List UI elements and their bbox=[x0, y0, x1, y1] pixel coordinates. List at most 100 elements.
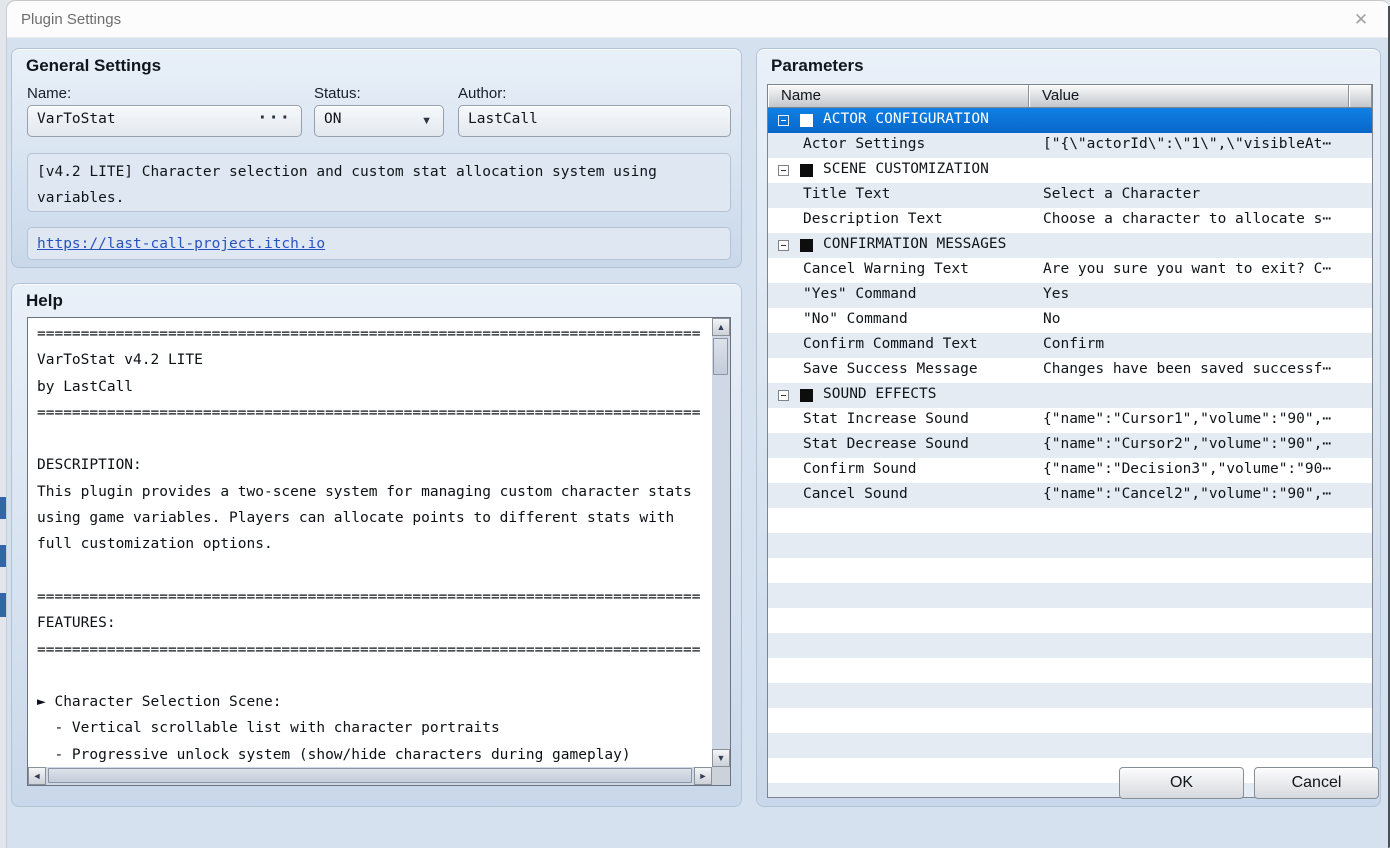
status-select[interactable]: ON ▼ bbox=[314, 105, 444, 137]
general-settings-title: General Settings bbox=[26, 56, 162, 75]
param-name: Actor Settings bbox=[803, 136, 926, 152]
group-name: CONFIRMATION MESSAGES bbox=[823, 236, 1007, 252]
author-input[interactable]: LastCall bbox=[458, 105, 731, 137]
param-value: {"name":"Decision3","volume":"90⋯ bbox=[1043, 461, 1332, 477]
param-value: Yes bbox=[1043, 286, 1070, 302]
close-icon[interactable]: ✕ bbox=[1348, 7, 1374, 33]
cancel-button[interactable]: Cancel bbox=[1254, 767, 1379, 799]
table-row[interactable]: Cancel Sound {"name":"Cancel2","volume":"… bbox=[768, 483, 1372, 508]
param-name: Description Text bbox=[803, 211, 943, 227]
name-input[interactable]: VarToStat ··· bbox=[27, 105, 302, 137]
horizontal-scroll-thumb[interactable] bbox=[48, 768, 692, 783]
author-label: Author: bbox=[458, 85, 507, 102]
vertical-scrollbar[interactable]: ▲ ▼ bbox=[712, 318, 730, 767]
param-value: ["{\"actorId\":\"1\",\"visibleAt⋯ bbox=[1043, 136, 1332, 152]
param-name: "No" Command bbox=[803, 311, 908, 327]
vertical-scroll-thumb[interactable] bbox=[713, 338, 728, 375]
description-text: [v4.2 LITE] Character selection and cust… bbox=[37, 164, 666, 206]
table-row[interactable]: Title Text Select a Character bbox=[768, 183, 1372, 208]
link-box: https://last-call-project.itch.io bbox=[27, 227, 731, 260]
param-name: Cancel Sound bbox=[803, 486, 908, 502]
param-name: Stat Increase Sound bbox=[803, 411, 969, 427]
table-row[interactable]: Actor Settings ["{\"actorId\":\"1\",\"vis… bbox=[768, 133, 1372, 158]
param-value: {"name":"Cursor2","volume":"90",⋯ bbox=[1043, 436, 1332, 452]
param-name: Confirm Sound bbox=[803, 461, 917, 477]
column-header-corner bbox=[1349, 85, 1372, 107]
param-value: Choose a character to allocate s⋯ bbox=[1043, 211, 1332, 227]
table-row-empty bbox=[768, 583, 1372, 608]
name-label: Name: bbox=[27, 85, 72, 102]
table-row[interactable]: Save Success Message Changes have been sa… bbox=[768, 358, 1372, 383]
scroll-down-icon[interactable]: ▼ bbox=[712, 749, 730, 767]
table-row[interactable]: Description Text Choose a character to al… bbox=[768, 208, 1372, 233]
group-name: SOUND EFFECTS bbox=[823, 386, 937, 402]
table-rows: ACTOR CONFIGURATION Actor Settings ["{\"ac… bbox=[768, 108, 1372, 797]
column-header-value[interactable]: Value bbox=[1029, 85, 1349, 107]
window-title: Plugin Settings bbox=[21, 11, 122, 28]
table-row-group[interactable]: ACTOR CONFIGURATION bbox=[768, 108, 1372, 133]
scroll-right-icon[interactable]: ► bbox=[694, 767, 712, 785]
status-label: Status: bbox=[314, 85, 361, 102]
group-name: SCENE CUSTOMIZATION bbox=[823, 161, 989, 177]
table-row[interactable]: "No" Command No bbox=[768, 308, 1372, 333]
parameters-table: Name Value ACTOR CONFIGURATION Actor Sett… bbox=[767, 84, 1373, 798]
table-row-empty bbox=[768, 683, 1372, 708]
scroll-left-icon[interactable]: ◄ bbox=[28, 767, 46, 785]
parameters-title: Parameters bbox=[771, 56, 864, 75]
column-header-name[interactable]: Name bbox=[768, 85, 1029, 107]
param-name: Cancel Warning Text bbox=[803, 261, 969, 277]
plugin-settings-dialog: Plugin Settings ✕ General Settings Name:… bbox=[6, 0, 1390, 848]
table-row[interactable]: Cancel Warning Text Are you sure you want… bbox=[768, 258, 1372, 283]
param-value: Are you sure you want to exit? C⋯ bbox=[1043, 261, 1332, 277]
help-panel: Help ===================================… bbox=[11, 283, 742, 807]
help-title: Help bbox=[26, 291, 63, 310]
author-value: LastCall bbox=[468, 111, 538, 127]
general-settings-panel: General Settings Name: Status: Author: V… bbox=[11, 48, 742, 268]
table-row-empty bbox=[768, 733, 1372, 758]
group-name: ACTOR CONFIGURATION bbox=[823, 111, 989, 127]
plugin-link[interactable]: https://last-call-project.itch.io bbox=[37, 236, 325, 252]
table-row-empty bbox=[768, 658, 1372, 683]
param-name: Stat Decrease Sound bbox=[803, 436, 969, 452]
group-square-icon bbox=[800, 114, 813, 127]
table-header: Name Value bbox=[768, 85, 1372, 108]
browse-button[interactable]: ··· bbox=[257, 108, 291, 128]
name-value: VarToStat bbox=[37, 111, 116, 127]
param-name: Title Text bbox=[803, 186, 891, 202]
ok-button[interactable]: OK bbox=[1119, 767, 1244, 799]
param-value: {"name":"Cursor1","volume":"90",⋯ bbox=[1043, 411, 1332, 427]
table-row[interactable]: Stat Decrease Sound {"name":"Cursor2","vo… bbox=[768, 433, 1372, 458]
scroll-up-icon[interactable]: ▲ bbox=[712, 318, 730, 336]
table-row-empty bbox=[768, 508, 1372, 533]
table-row-empty bbox=[768, 708, 1372, 733]
table-row-empty bbox=[768, 533, 1372, 558]
collapse-icon[interactable] bbox=[778, 240, 789, 251]
table-row-group[interactable]: CONFIRMATION MESSAGES bbox=[768, 233, 1372, 258]
collapse-icon[interactable] bbox=[778, 165, 789, 176]
table-row[interactable]: Confirm Command Text Confirm bbox=[768, 333, 1372, 358]
table-row[interactable]: Confirm Sound {"name":"Decision3","volume… bbox=[768, 458, 1372, 483]
chevron-down-icon[interactable]: ▼ bbox=[421, 115, 432, 127]
param-value: Confirm bbox=[1043, 336, 1105, 352]
horizontal-scrollbar[interactable]: ◄ ► bbox=[28, 767, 712, 785]
param-value: Changes have been saved successf⋯ bbox=[1043, 361, 1332, 377]
titlebar[interactable]: Plugin Settings ✕ bbox=[7, 0, 1390, 38]
collapse-icon[interactable] bbox=[778, 390, 789, 401]
collapse-icon[interactable] bbox=[778, 115, 789, 126]
table-row-empty bbox=[768, 608, 1372, 633]
param-name: Confirm Command Text bbox=[803, 336, 978, 352]
table-row-empty bbox=[768, 633, 1372, 658]
param-name: Save Success Message bbox=[803, 361, 978, 377]
table-row[interactable]: Stat Increase Sound {"name":"Cursor1","vo… bbox=[768, 408, 1372, 433]
param-value: No bbox=[1043, 311, 1061, 327]
group-square-icon bbox=[800, 389, 813, 402]
parameters-panel: Parameters Name Value ACTOR CONFIGURATIO… bbox=[756, 48, 1381, 807]
table-row-group[interactable]: SCENE CUSTOMIZATION bbox=[768, 158, 1372, 183]
help-textarea[interactable]: ========================================… bbox=[27, 317, 731, 786]
scrollbar-corner bbox=[712, 767, 730, 785]
table-row[interactable]: "Yes" Command Yes bbox=[768, 283, 1372, 308]
param-name: "Yes" Command bbox=[803, 286, 917, 302]
group-square-icon bbox=[800, 239, 813, 252]
param-value: Select a Character bbox=[1043, 186, 1201, 202]
table-row-group[interactable]: SOUND EFFECTS bbox=[768, 383, 1372, 408]
